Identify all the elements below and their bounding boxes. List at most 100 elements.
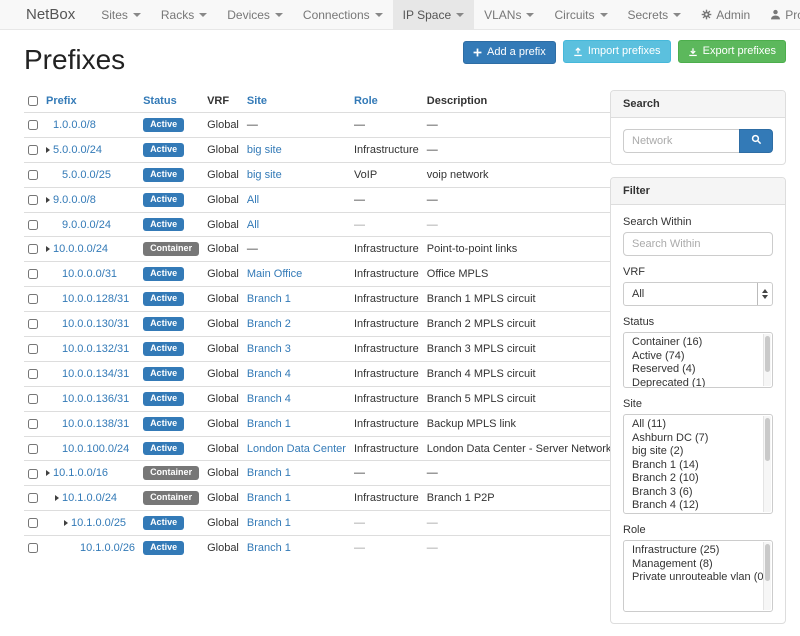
site-link[interactable]: All (247, 219, 259, 231)
prefix-link[interactable]: 5.0.0.0/25 (62, 169, 111, 181)
column-header-role[interactable]: Role (350, 90, 423, 113)
option-site[interactable]: big site (2) (632, 445, 758, 459)
nav-item-circuits[interactable]: Circuits (544, 0, 617, 29)
scrollbar-thumb[interactable] (765, 336, 770, 372)
brand-link[interactable]: NetBox (26, 0, 75, 29)
option-role[interactable]: Private unrouteable vlan (0) (632, 571, 758, 585)
option-site[interactable]: Branch 3 (6) (632, 486, 758, 500)
nav-item-racks[interactable]: Racks (151, 0, 217, 29)
option-status[interactable]: Deprecated (1) (632, 377, 758, 389)
option-site[interactable]: Branch 2 (10) (632, 472, 758, 486)
search-input[interactable] (623, 129, 739, 153)
row-checkbox[interactable] (28, 444, 38, 454)
site-link[interactable]: Branch 1 (247, 293, 291, 305)
role-cell: Infrastructure (350, 386, 423, 411)
site-link[interactable]: Branch 1 (247, 467, 291, 479)
row-checkbox[interactable] (28, 319, 38, 329)
export-prefixes-button[interactable]: Export prefixes (678, 40, 786, 63)
site-link[interactable]: Branch 4 (247, 393, 291, 405)
prefix-link[interactable]: 10.1.0.0/16 (53, 467, 108, 479)
row-checkbox[interactable] (28, 170, 38, 180)
nav-item-secrets[interactable]: Secrets (618, 0, 692, 29)
select-all-checkbox[interactable] (28, 96, 38, 106)
option-status[interactable]: Container (16) (632, 336, 758, 350)
site-link[interactable]: Branch 1 (247, 492, 291, 504)
option-site[interactable]: Branch 4 (12) (632, 499, 758, 513)
search-button[interactable] (739, 129, 773, 153)
prefix-link[interactable]: 10.0.0.0/24 (53, 243, 108, 255)
prefix-link[interactable]: 10.0.0.132/31 (62, 343, 129, 355)
prefix-link[interactable]: 5.0.0.0/24 (53, 144, 102, 156)
status-multiselect[interactable]: Container (16)Active (74)Reserved (4)Dep… (623, 332, 773, 388)
prefix-link[interactable]: 10.1.0.0/26 (80, 542, 135, 554)
nav-item-ip-space[interactable]: IP Space (393, 0, 474, 29)
prefix-link[interactable]: 10.0.0.0/31 (62, 268, 117, 280)
row-checkbox[interactable] (28, 394, 38, 404)
site-link[interactable]: Branch 1 (247, 517, 291, 529)
nav-item-sites[interactable]: Sites (91, 0, 151, 29)
prefix-link[interactable]: 10.0.100.0/24 (62, 443, 129, 455)
column-header-prefix[interactable]: Prefix (42, 90, 139, 113)
site-link[interactable]: Branch 1 (247, 418, 291, 430)
import-prefixes-button[interactable]: Import prefixes (563, 40, 671, 63)
site-multiselect[interactable]: All (11)Ashburn DC (7)big site (2)Branch… (623, 414, 773, 514)
prefix-link[interactable]: 10.1.0.0/24 (62, 492, 117, 504)
row-checkbox[interactable] (28, 493, 38, 503)
row-checkbox[interactable] (28, 419, 38, 429)
site-link[interactable]: All (247, 194, 259, 206)
prefix-link[interactable]: 10.0.0.138/31 (62, 418, 129, 430)
column-header-site[interactable]: Site (243, 90, 350, 113)
option-site[interactable]: All (11) (632, 418, 758, 432)
row-checkbox[interactable] (28, 120, 38, 130)
row-checkbox[interactable] (28, 344, 38, 354)
option-status[interactable]: Active (74) (632, 350, 758, 364)
prefix-link[interactable]: 9.0.0.0/8 (53, 194, 96, 206)
nav-item-vlans[interactable]: VLANs (474, 0, 544, 29)
row-checkbox[interactable] (28, 518, 38, 528)
site-link[interactable]: Branch 1 (247, 542, 291, 554)
nav-item-devices[interactable]: Devices (217, 0, 293, 29)
site-link[interactable]: Branch 2 (247, 318, 291, 330)
prefix-link[interactable]: 9.0.0.0/24 (62, 219, 111, 231)
site-link[interactable]: big site (247, 169, 282, 181)
site-link[interactable]: Main Office (247, 268, 302, 280)
nav-item-connections[interactable]: Connections (293, 0, 393, 29)
site-cell: Branch 1 (243, 287, 350, 312)
vrf-select[interactable]: All (623, 282, 773, 306)
row-checkbox[interactable] (28, 195, 38, 205)
prefix-link[interactable]: 1.0.0.0/8 (53, 119, 96, 131)
scrollbar-thumb[interactable] (765, 418, 770, 461)
search-within-input[interactable] (623, 232, 773, 256)
add-prefix-button[interactable]: Add a prefix (463, 41, 556, 64)
site-link[interactable]: Branch 4 (247, 368, 291, 380)
row-checkbox[interactable] (28, 543, 38, 553)
nav-right: Admin Profile Log out (691, 0, 800, 29)
row-checkbox[interactable] (28, 244, 38, 254)
option-status[interactable]: Reserved (4) (632, 363, 758, 377)
row-checkbox[interactable] (28, 145, 38, 155)
site-link[interactable]: London Data Center (247, 443, 346, 455)
row-checkbox[interactable] (28, 369, 38, 379)
row-checkbox[interactable] (28, 269, 38, 279)
nav-item-label: Connections (303, 8, 370, 22)
option-role[interactable]: Management (8) (632, 558, 758, 572)
prefix-link[interactable]: 10.1.0.0/25 (71, 517, 126, 529)
option-site[interactable]: Ashburn DC (7) (632, 432, 758, 446)
option-site[interactable]: Branch 1 (14) (632, 459, 758, 473)
column-header-status[interactable]: Status (139, 90, 203, 113)
prefix-link[interactable]: 10.0.0.136/31 (62, 393, 129, 405)
option-site[interactable]: Branch 5 (7) (632, 513, 758, 515)
row-checkbox[interactable] (28, 469, 38, 479)
site-link[interactable]: big site (247, 144, 282, 156)
role-multiselect[interactable]: Infrastructure (25)Management (8)Private… (623, 540, 773, 612)
site-link[interactable]: Branch 3 (247, 343, 291, 355)
option-role[interactable]: Infrastructure (25) (632, 544, 758, 558)
scrollbar-thumb[interactable] (765, 544, 770, 581)
nav-admin[interactable]: Admin (691, 0, 760, 29)
row-checkbox[interactable] (28, 220, 38, 230)
prefix-link[interactable]: 10.0.0.128/31 (62, 293, 129, 305)
nav-profile[interactable]: Profile (760, 0, 800, 29)
row-checkbox[interactable] (28, 294, 38, 304)
prefix-link[interactable]: 10.0.0.134/31 (62, 368, 129, 380)
prefix-link[interactable]: 10.0.0.130/31 (62, 318, 129, 330)
